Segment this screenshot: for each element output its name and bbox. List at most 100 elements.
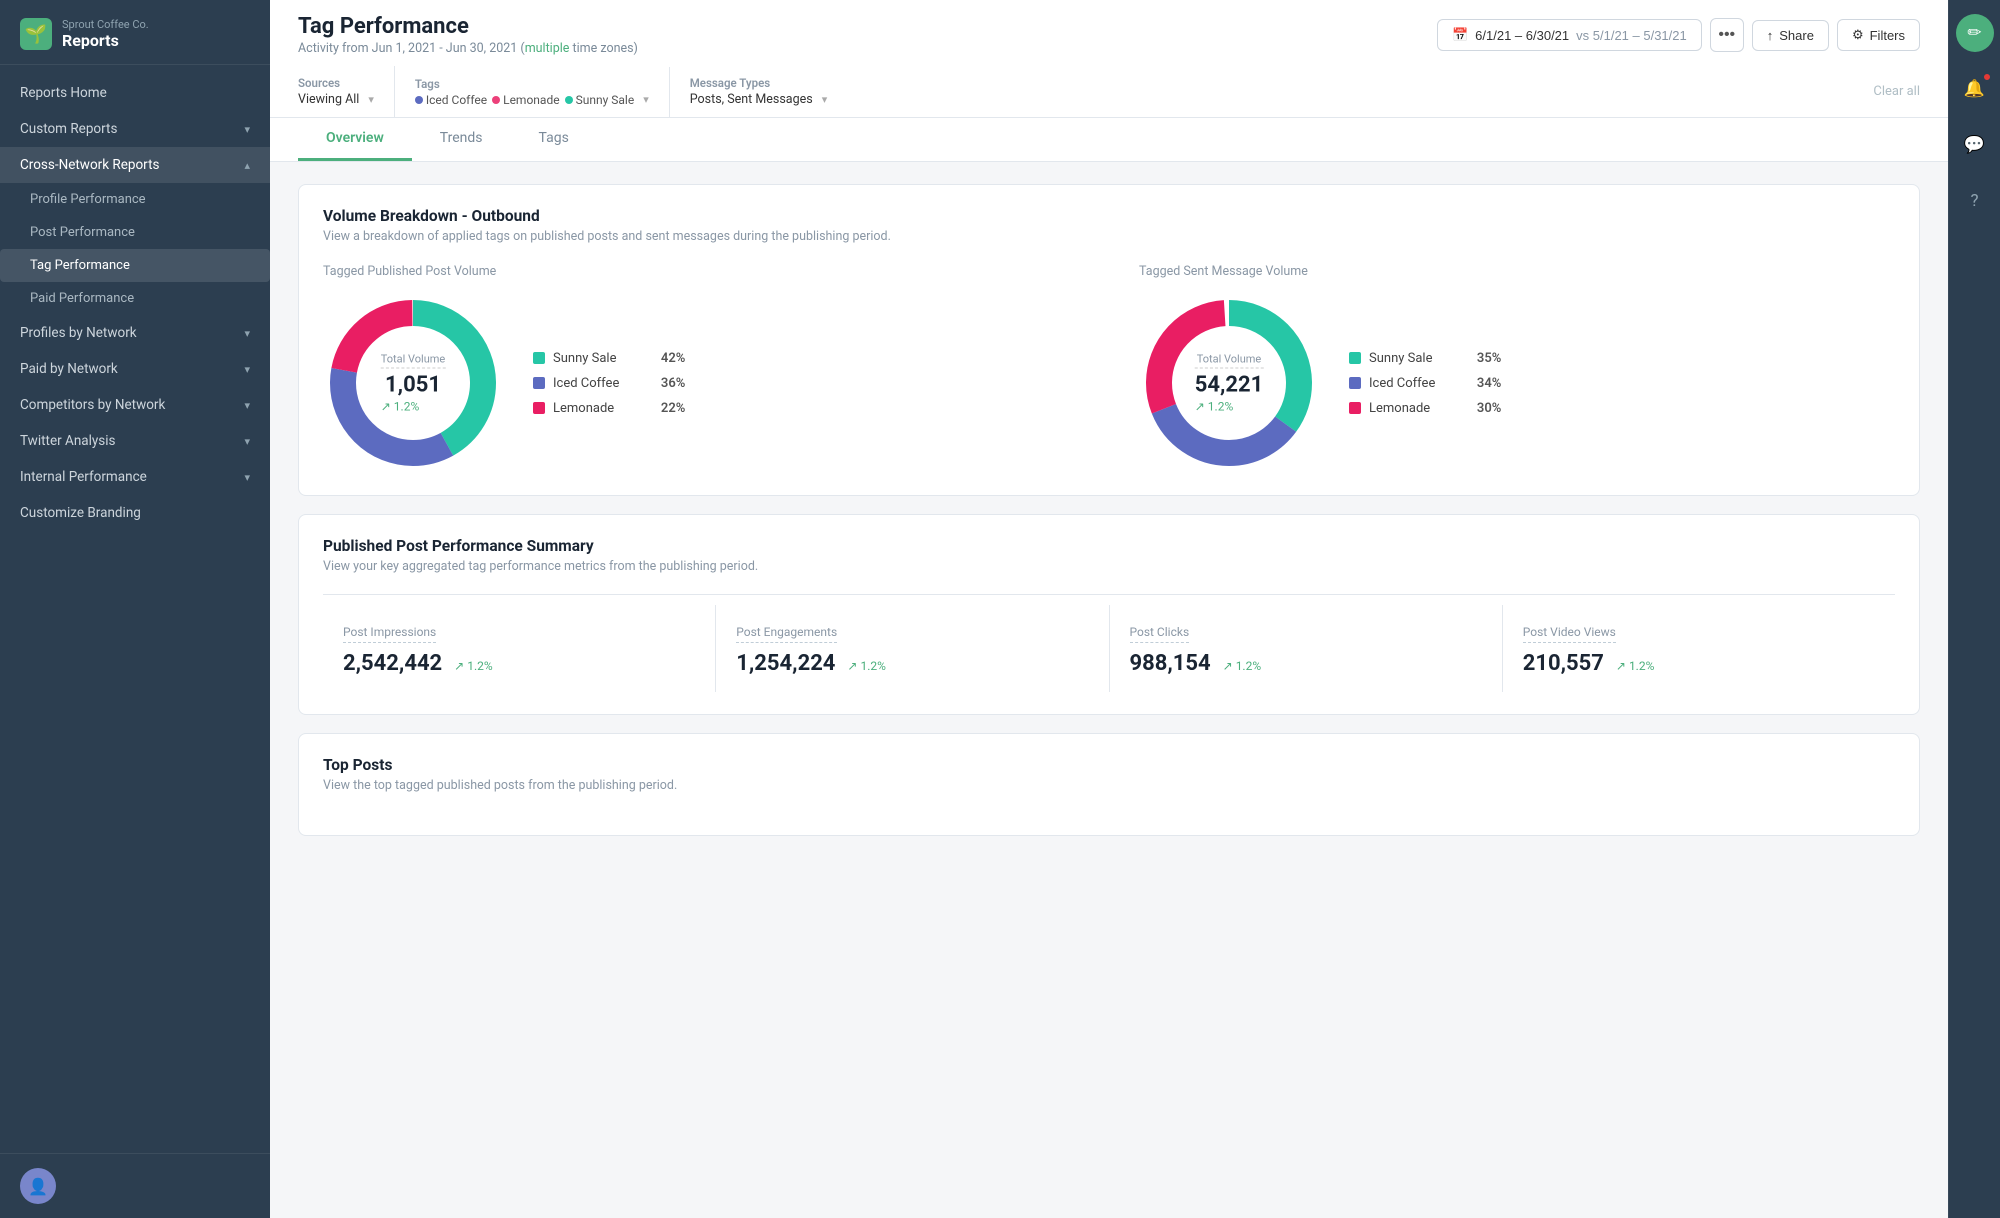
company-name: Sprout Coffee Co. [62, 18, 149, 31]
published-donut-inner: Total Volume 1,051 ↗1.2% [323, 293, 1079, 473]
top-posts-title: Top Posts [323, 756, 1895, 774]
metric-post-engagements: Post Engagements 1,254,224 ↗ 1.2% [716, 605, 1109, 692]
tag-iced-coffee: Iced Coffee [415, 93, 487, 107]
chevron-down-icon: ▾ [244, 123, 250, 136]
filters-bar: Sources Viewing All ▾ Tags Iced Coffee [298, 66, 1920, 117]
legend-item: Iced Coffee 34% [1349, 376, 1501, 391]
sidebar-nav: Reports Home Custom Reports ▾ Cross-Netw… [0, 65, 270, 1153]
sent-legend: Sunny Sale 35% Iced Coffee 34% [1349, 351, 1501, 416]
avatar[interactable]: 👤 [20, 1168, 56, 1204]
custom-reports-label: Custom Reports [20, 121, 117, 137]
compare-range-value: vs 5/1/21 – 5/31/21 [1576, 28, 1687, 43]
sidebar-item-profiles-by-network[interactable]: Profiles by Network ▾ [0, 315, 270, 351]
top-posts-card: Top Posts View the top tagged published … [298, 733, 1920, 836]
app-logo: 🌱 [20, 18, 52, 50]
sidebar-item-post-performance[interactable]: Post Performance [0, 216, 270, 249]
sidebar-item-cross-network[interactable]: Cross-Network Reports ▴ [0, 147, 270, 183]
video-views-value: 210,557 [1523, 651, 1604, 676]
published-post-volume: Tagged Published Post Volume [323, 264, 1079, 473]
published-donut-chart: Total Volume 1,051 ↗1.2% [323, 293, 503, 473]
chevron-down-icon: ▾ [244, 471, 250, 484]
legend-dot-sunny-sale [1349, 352, 1361, 364]
video-views-label: Post Video Views [1523, 625, 1616, 643]
page-title-block: Tag Performance Activity from Jun 1, 202… [298, 14, 638, 56]
metrics-row: Post Impressions 2,542,442 ↗ 1.2% Post E… [323, 605, 1895, 692]
clicks-change: ↗ 1.2% [1223, 659, 1262, 673]
top-bar-row1: Tag Performance Activity from Jun 1, 202… [298, 14, 1920, 56]
cross-network-label: Cross-Network Reports [20, 157, 159, 173]
tab-trends[interactable]: Trends [412, 118, 511, 161]
message-types-filter[interactable]: Message Types Posts, Sent Messages ▾ [690, 66, 848, 117]
published-change: ↗1.2% [381, 400, 446, 414]
volume-breakdown-card: Volume Breakdown - Outbound View a break… [298, 184, 1920, 496]
compose-button[interactable]: ✏ [1956, 14, 1994, 52]
filter-icon: ⚙ [1852, 27, 1864, 43]
impressions-value: 2,542,442 [343, 651, 442, 676]
engagements-change: ↗ 1.2% [847, 659, 886, 673]
legend-dot-iced-coffee [1349, 377, 1361, 389]
share-button[interactable]: ↑ Share [1752, 20, 1829, 51]
chevron-down-icon: ▾ [244, 399, 250, 412]
sent-donut-inner: Total Volume 54,221 ↗1.2% [1139, 293, 1895, 473]
tab-tags[interactable]: Tags [511, 118, 597, 161]
sidebar-item-profile-performance[interactable]: Profile Performance [0, 183, 270, 216]
tags-filter[interactable]: Tags Iced Coffee Lemonade Sunny Sale [415, 67, 670, 117]
message-types-value: Posts, Sent Messages [690, 92, 813, 107]
sidebar-item-twitter-analysis[interactable]: Twitter Analysis ▾ [0, 423, 270, 459]
tab-bar: Overview Trends Tags [270, 118, 1948, 162]
chevron-down-icon: ▾ [368, 93, 374, 106]
filters-button[interactable]: ⚙ Filters [1837, 19, 1920, 51]
top-bar: Tag Performance Activity from Jun 1, 202… [270, 0, 1948, 118]
chevron-down-icon: ▾ [244, 327, 250, 340]
legend-dot-lemonade [533, 402, 545, 414]
help-button[interactable]: ? [1956, 182, 1994, 220]
legend-item: Sunny Sale 42% [533, 351, 685, 366]
legend-dot-lemonade [1349, 402, 1361, 414]
date-range-button[interactable]: 📅 6/1/21 – 6/30/21 vs 5/1/21 – 5/31/21 [1437, 19, 1702, 51]
tags-label: Tags [415, 77, 649, 91]
sources-filter[interactable]: Sources Viewing All ▾ [298, 66, 395, 117]
content-area: Volume Breakdown - Outbound View a break… [270, 162, 1948, 1218]
legend-item: Sunny Sale 35% [1349, 351, 1501, 366]
video-views-change: ↗ 1.2% [1616, 659, 1655, 673]
brand-block: Sprout Coffee Co. Reports [62, 18, 149, 50]
sidebar-item-paid-by-network[interactable]: Paid by Network ▾ [0, 351, 270, 387]
sidebar-item-tag-performance[interactable]: Tag Performance [0, 249, 270, 282]
donut-section: Tagged Published Post Volume [323, 264, 1895, 473]
published-donut-center: Total Volume 1,051 ↗1.2% [381, 353, 446, 414]
reports-home-label: Reports Home [20, 85, 107, 101]
engagements-label: Post Engagements [736, 625, 837, 643]
page-title: Tag Performance [298, 14, 638, 39]
tag-color-dot [492, 96, 500, 104]
more-options-button[interactable]: ••• [1710, 18, 1744, 52]
message-types-label: Message Types [690, 76, 828, 90]
notifications-button[interactable]: 🔔 [1956, 70, 1994, 108]
tag-sunny-sale: Sunny Sale [565, 93, 635, 107]
chevron-down-icon: ▾ [822, 93, 828, 106]
main-area: Tag Performance Activity from Jun 1, 202… [270, 0, 1948, 1218]
chevron-up-icon: ▴ [244, 159, 250, 172]
top-bar-actions: 📅 6/1/21 – 6/30/21 vs 5/1/21 – 5/31/21 •… [1437, 18, 1920, 52]
share-icon: ↑ [1767, 28, 1774, 43]
chevron-down-icon: ▾ [643, 93, 649, 106]
timezone-link[interactable]: multiple [525, 41, 570, 56]
sidebar-item-custom-reports[interactable]: Custom Reports ▾ [0, 111, 270, 147]
volume-breakdown-subtitle: View a breakdown of applied tags on publ… [323, 229, 1895, 244]
top-posts-subtitle: View the top tagged published posts from… [323, 778, 1895, 793]
metric-post-clicks: Post Clicks 988,154 ↗ 1.2% [1110, 605, 1503, 692]
tag-color-dot [415, 96, 423, 104]
sidebar-item-paid-performance[interactable]: Paid Performance [0, 282, 270, 315]
tag-color-dot [565, 96, 573, 104]
sidebar-item-reports-home[interactable]: Reports Home [0, 75, 270, 111]
notification-badge [1982, 72, 1992, 82]
sidebar-item-customize-branding[interactable]: Customize Branding [0, 495, 270, 531]
tab-overview[interactable]: Overview [298, 118, 412, 161]
sidebar-item-competitors-by-network[interactable]: Competitors by Network ▾ [0, 387, 270, 423]
clear-all-button[interactable]: Clear all [1873, 84, 1920, 99]
sidebar-item-internal-performance[interactable]: Internal Performance ▾ [0, 459, 270, 495]
metric-post-video-views: Post Video Views 210,557 ↗ 1.2% [1503, 605, 1895, 692]
impressions-change: ↗ 1.2% [454, 659, 493, 673]
legend-item: Lemonade 30% [1349, 401, 1501, 416]
messages-button[interactable]: 💬 [1956, 126, 1994, 164]
post-performance-title: Published Post Performance Summary [323, 537, 1895, 555]
